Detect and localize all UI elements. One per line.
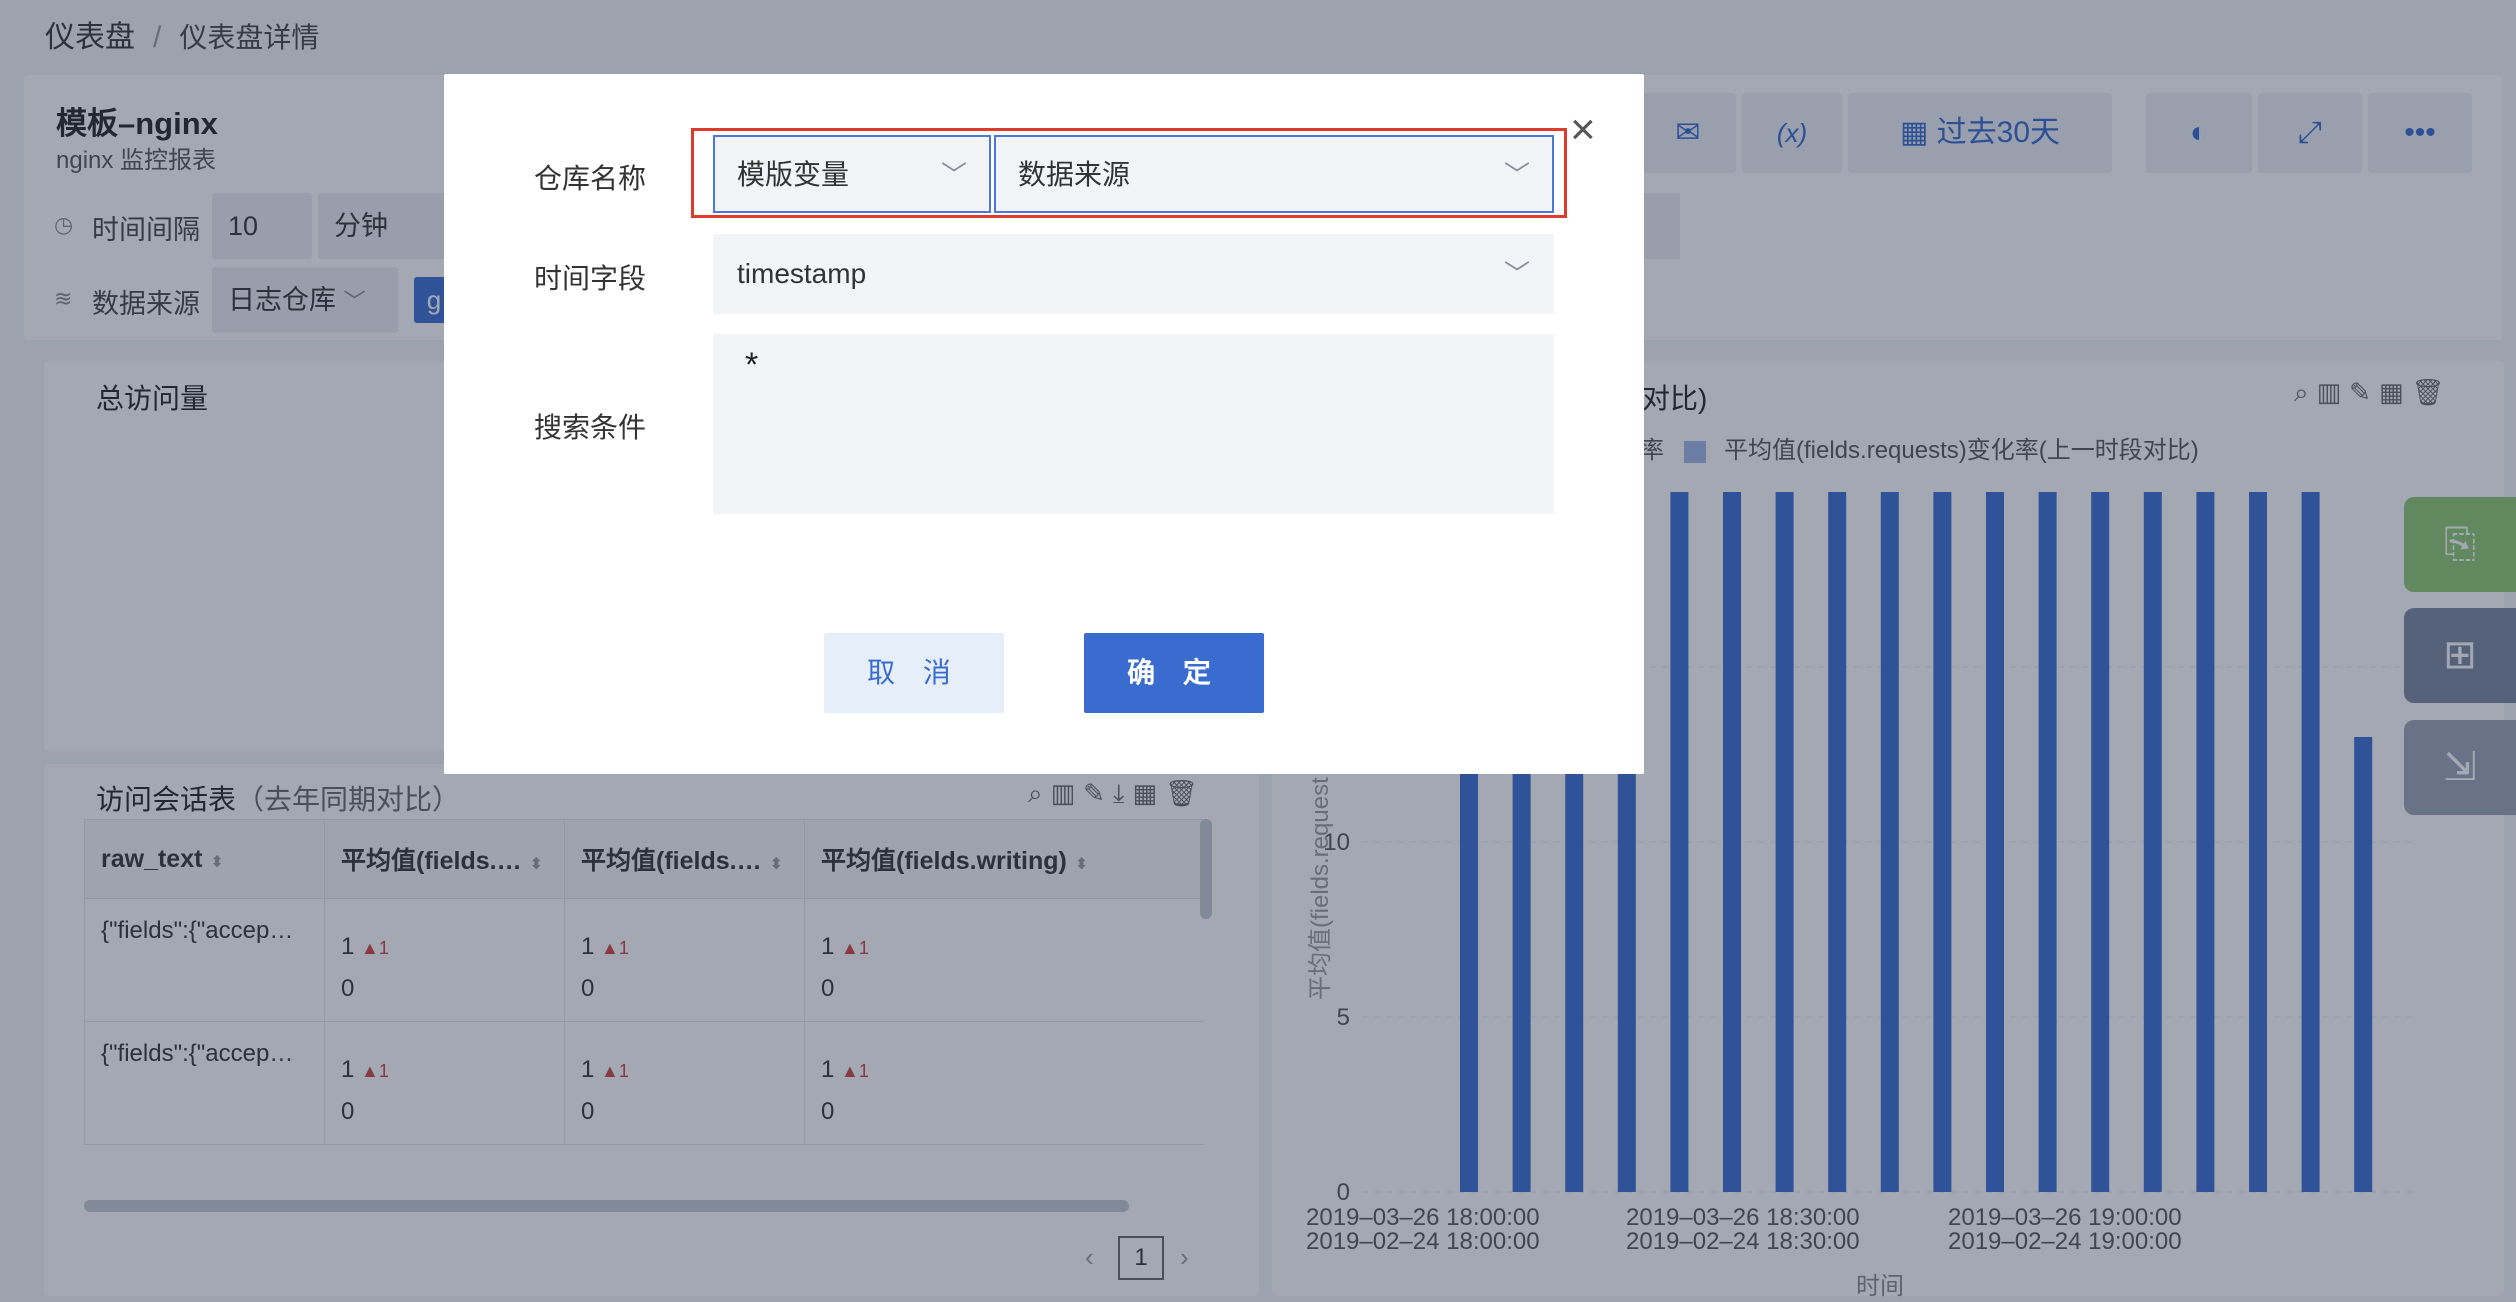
cancel-button[interactable]: 取 消: [824, 633, 1004, 713]
search-condition-label: 搜索条件: [534, 412, 647, 443]
warehouse-label: 仓库名称: [534, 163, 647, 194]
template-variable-value: 模版变量: [737, 159, 850, 190]
chevron-down-icon: ﹀: [940, 160, 967, 190]
data-source-select[interactable]: 数据来源 ﹀: [994, 135, 1554, 213]
time-field-select[interactable]: timestamp ﹀: [713, 234, 1554, 314]
time-field-value: timestamp: [737, 258, 867, 289]
chevron-down-icon: ﹀: [1503, 259, 1530, 289]
confirm-button[interactable]: 确 定: [1084, 633, 1264, 713]
data-source-value: 数据来源: [1018, 159, 1131, 190]
close-icon[interactable]: ×: [1570, 108, 1596, 152]
template-variable-select[interactable]: 模版变量 ﹀: [713, 135, 991, 213]
chevron-down-icon: ﹀: [1503, 160, 1530, 190]
time-field-label: 时间字段: [534, 263, 647, 294]
search-condition-textarea[interactable]: *: [713, 334, 1554, 514]
